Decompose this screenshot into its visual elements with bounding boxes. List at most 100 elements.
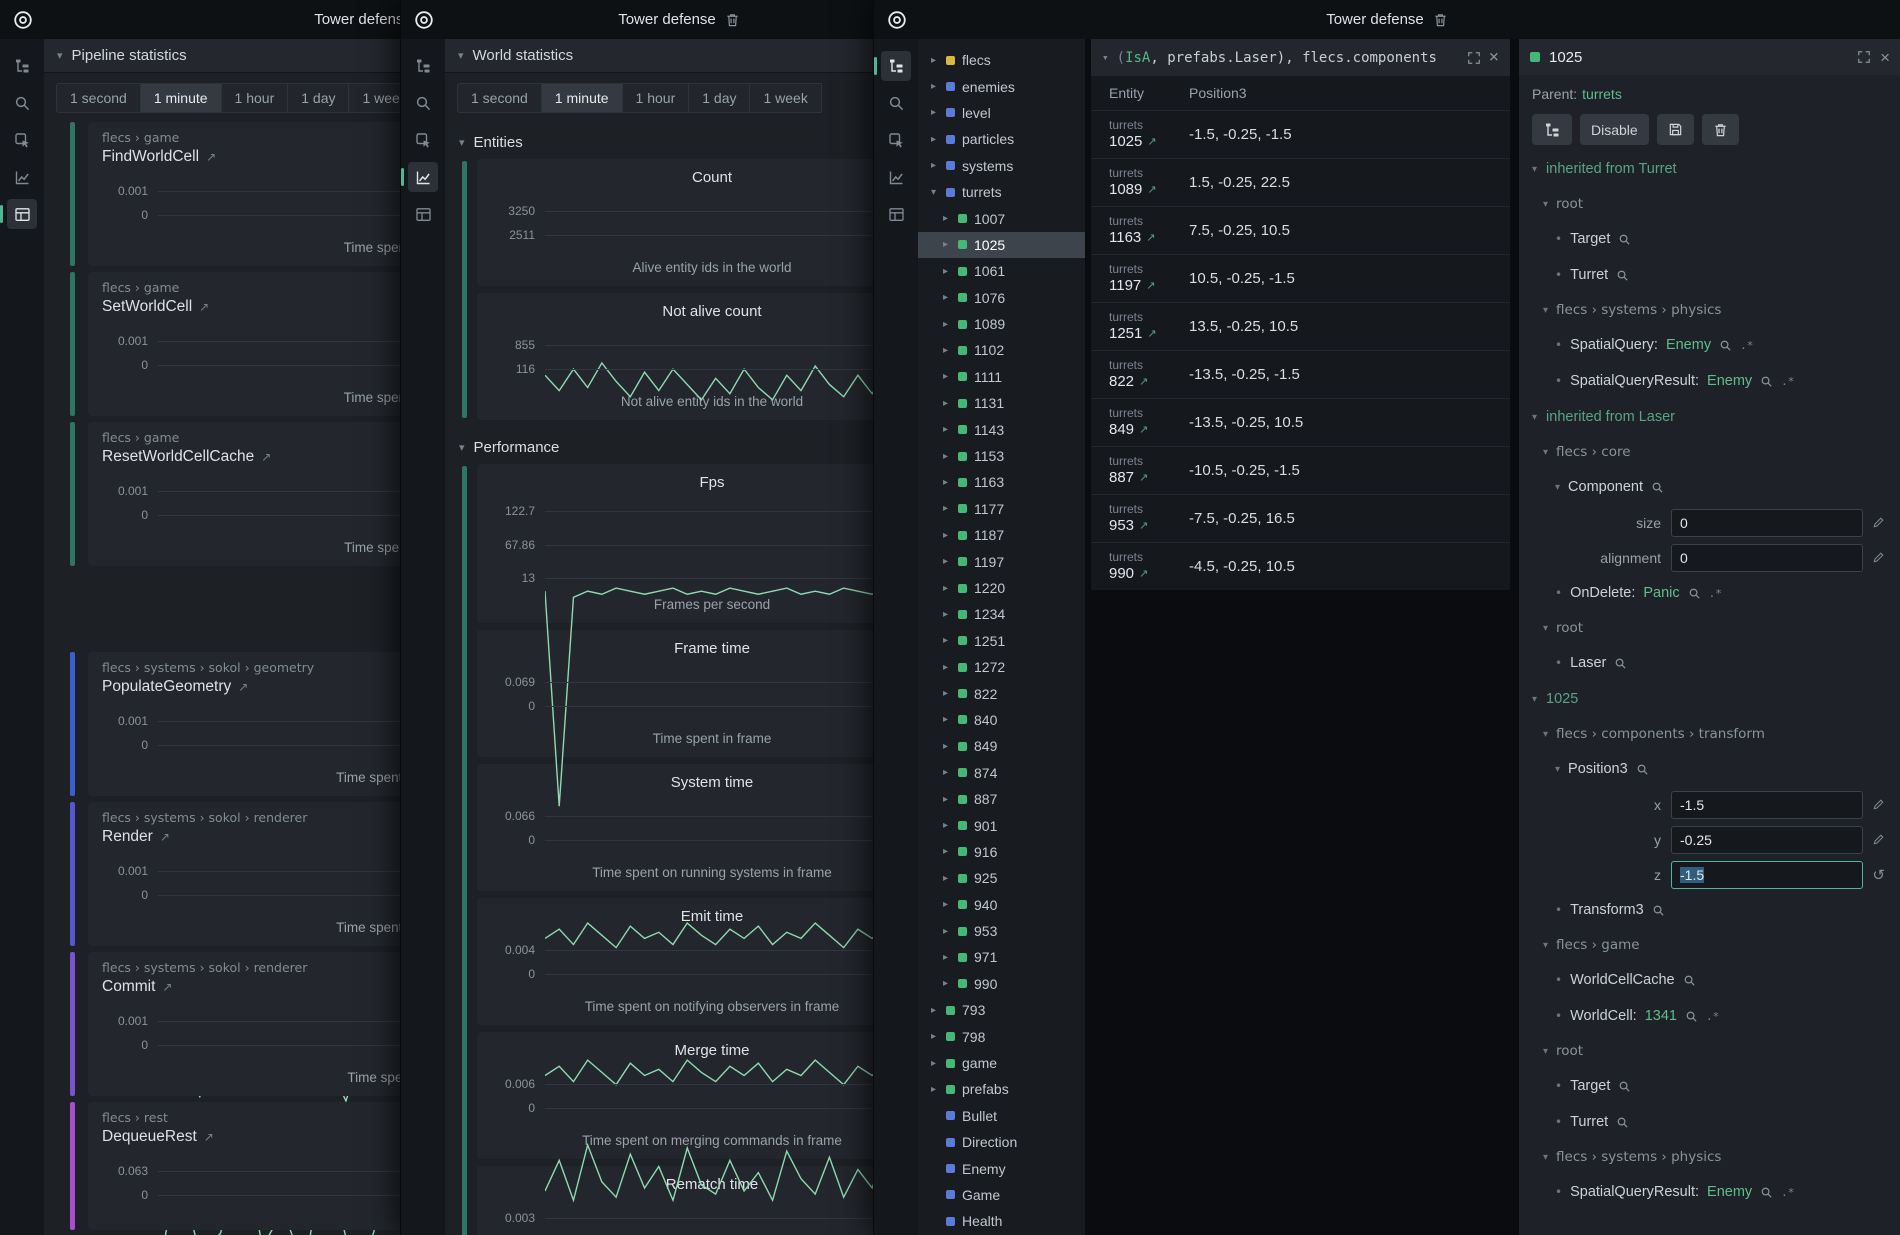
- tree-item-1163[interactable]: ▸1163: [918, 469, 1085, 495]
- chart-name-link[interactable]: FindWorldCell: [102, 146, 199, 168]
- component-value-link[interactable]: Enemy: [1707, 1184, 1752, 1200]
- time-range-1-week[interactable]: 1 week: [749, 83, 821, 113]
- component-group-header[interactable]: ▾flecs › systems › physics: [1519, 293, 1900, 327]
- search-icon[interactable]: [1614, 657, 1627, 670]
- entity-id-link[interactable]: 887: [1109, 468, 1134, 487]
- tree-item-940[interactable]: ▸940: [918, 892, 1085, 918]
- component-row[interactable]: •WorldCell:1341.*: [1519, 998, 1900, 1034]
- chevron-right-icon[interactable]: ▸: [928, 1084, 939, 1095]
- column-header-position3[interactable]: Position3: [1189, 85, 1247, 101]
- table-row[interactable]: turrets1089↗1.5, -0.25, 22.5: [1091, 158, 1510, 206]
- chart-icon[interactable]: [7, 162, 37, 192]
- chevron-right-icon[interactable]: ▸: [940, 609, 951, 620]
- chevron-right-icon[interactable]: ▸: [940, 239, 951, 250]
- tree-item-1197[interactable]: ▸1197: [918, 548, 1085, 574]
- time-range-1-day[interactable]: 1 day: [287, 83, 349, 113]
- tree-item-1007[interactable]: ▸1007: [918, 205, 1085, 231]
- search-icon[interactable]: [881, 88, 911, 118]
- component-group-header[interactable]: ▾root: [1519, 1034, 1900, 1068]
- table-row[interactable]: turrets990↗-4.5, -0.25, 10.5: [1091, 542, 1510, 590]
- tree-item-793[interactable]: ▸793: [918, 997, 1085, 1023]
- chevron-right-icon[interactable]: ▸: [940, 398, 951, 409]
- open-link-icon[interactable]: ↗: [1147, 132, 1156, 151]
- component-row[interactable]: •Transform3: [1519, 892, 1900, 928]
- search-icon[interactable]: [7, 88, 37, 118]
- search-icon[interactable]: [1652, 904, 1665, 917]
- chevron-right-icon[interactable]: ▸: [928, 81, 939, 92]
- component-value-link[interactable]: Enemy: [1666, 337, 1711, 353]
- chevron-right-icon[interactable]: ▸: [940, 952, 951, 963]
- inspector-section-header[interactable]: ▾1025: [1519, 681, 1900, 717]
- search-icon[interactable]: [1760, 375, 1773, 388]
- tree-item-849[interactable]: ▸849: [918, 733, 1085, 759]
- entity-id-link[interactable]: 1163: [1109, 228, 1141, 247]
- inspector-section-header[interactable]: ▾inherited from Turret: [1519, 151, 1900, 187]
- chevron-right-icon[interactable]: ▸: [940, 266, 951, 277]
- tree-item-turrets[interactable]: ▾turrets: [918, 179, 1085, 205]
- chevron-right-icon[interactable]: ▸: [940, 451, 951, 462]
- time-range-1-hour[interactable]: 1 hour: [221, 83, 289, 113]
- search-icon[interactable]: [1616, 1116, 1629, 1129]
- chevron-right-icon[interactable]: ▸: [940, 213, 951, 224]
- tree-item-1076[interactable]: ▸1076: [918, 285, 1085, 311]
- tree-icon[interactable]: [408, 51, 438, 81]
- chevron-right-icon[interactable]: ▸: [940, 530, 951, 541]
- undo-icon[interactable]: ↺: [1872, 866, 1885, 884]
- chart-icon[interactable]: [881, 162, 911, 192]
- entity-id-link[interactable]: 1197: [1109, 276, 1141, 295]
- search-icon[interactable]: [1636, 763, 1649, 776]
- pencil-icon[interactable]: [1872, 833, 1885, 846]
- chart-name-link[interactable]: Render: [102, 826, 153, 848]
- trash-icon[interactable]: [1433, 12, 1448, 28]
- chevron-right-icon[interactable]: ▸: [940, 714, 951, 725]
- tree-item-Game[interactable]: Game: [918, 1182, 1085, 1208]
- pencil-icon[interactable]: [1872, 798, 1885, 811]
- field-input[interactable]: -1.5: [1671, 861, 1863, 889]
- chevron-down-icon[interactable]: ▾: [1555, 482, 1560, 493]
- component-row[interactable]: ▾Component: [1519, 469, 1900, 505]
- tree-item-Enemy[interactable]: Enemy: [918, 1155, 1085, 1181]
- chevron-right-icon[interactable]: ▸: [940, 424, 951, 435]
- chevron-right-icon[interactable]: ▸: [940, 873, 951, 884]
- tree-item-971[interactable]: ▸971: [918, 944, 1085, 970]
- entity-id-link[interactable]: 849: [1109, 420, 1134, 439]
- tree-item-925[interactable]: ▸925: [918, 865, 1085, 891]
- chevron-right-icon[interactable]: ▸: [940, 978, 951, 989]
- tree-item-Bullet[interactable]: Bullet: [918, 1103, 1085, 1129]
- search-icon[interactable]: [1618, 233, 1631, 246]
- expand-icon[interactable]: [1857, 50, 1871, 64]
- open-link-icon[interactable]: ↗: [1146, 228, 1155, 247]
- chart-name-link[interactable]: ResetWorldCellCache: [102, 446, 254, 468]
- search-icon[interactable]: [1618, 1080, 1631, 1093]
- component-group-header[interactable]: ▾root: [1519, 611, 1900, 645]
- field-input[interactable]: -1.5: [1671, 791, 1863, 819]
- pencil-icon[interactable]: [1872, 551, 1885, 564]
- tree-item-822[interactable]: ▸822: [918, 680, 1085, 706]
- open-link-icon[interactable]: ↗: [1139, 468, 1148, 487]
- entity-id-link[interactable]: 822: [1109, 372, 1134, 391]
- search-icon[interactable]: [1685, 1010, 1698, 1023]
- inspector-header[interactable]: 1025 ×: [1519, 39, 1900, 75]
- delete-button[interactable]: [1702, 114, 1739, 145]
- component-row[interactable]: •Laser: [1519, 645, 1900, 681]
- chevron-right-icon[interactable]: ▸: [928, 1005, 939, 1016]
- chart-icon[interactable]: [408, 162, 438, 192]
- component-group-header[interactable]: ▾root: [1519, 187, 1900, 221]
- field-input[interactable]: 0: [1671, 544, 1863, 572]
- component-row[interactable]: •Turret: [1519, 257, 1900, 293]
- tree-item-901[interactable]: ▸901: [918, 812, 1085, 838]
- chart-name-link[interactable]: SetWorldCell: [102, 296, 192, 318]
- inspect-icon[interactable]: [408, 125, 438, 155]
- chevron-right-icon[interactable]: ▸: [940, 345, 951, 356]
- search-icon[interactable]: [1760, 1186, 1773, 1199]
- tree-item-enemies[interactable]: ▸enemies: [918, 73, 1085, 99]
- column-header-entity[interactable]: Entity: [1109, 85, 1189, 101]
- open-link-icon[interactable]: ↗: [206, 146, 216, 168]
- open-link-icon[interactable]: ↗: [238, 676, 248, 698]
- open-link-icon[interactable]: ↗: [261, 446, 271, 468]
- component-group-header[interactable]: ▾flecs › core: [1519, 435, 1900, 469]
- component-group-header[interactable]: ▾flecs › components › transform: [1519, 717, 1900, 751]
- field-input[interactable]: -0.25: [1671, 826, 1863, 854]
- chevron-right-icon[interactable]: ▸: [940, 292, 951, 303]
- component-group-header[interactable]: ▾flecs › game: [1519, 928, 1900, 962]
